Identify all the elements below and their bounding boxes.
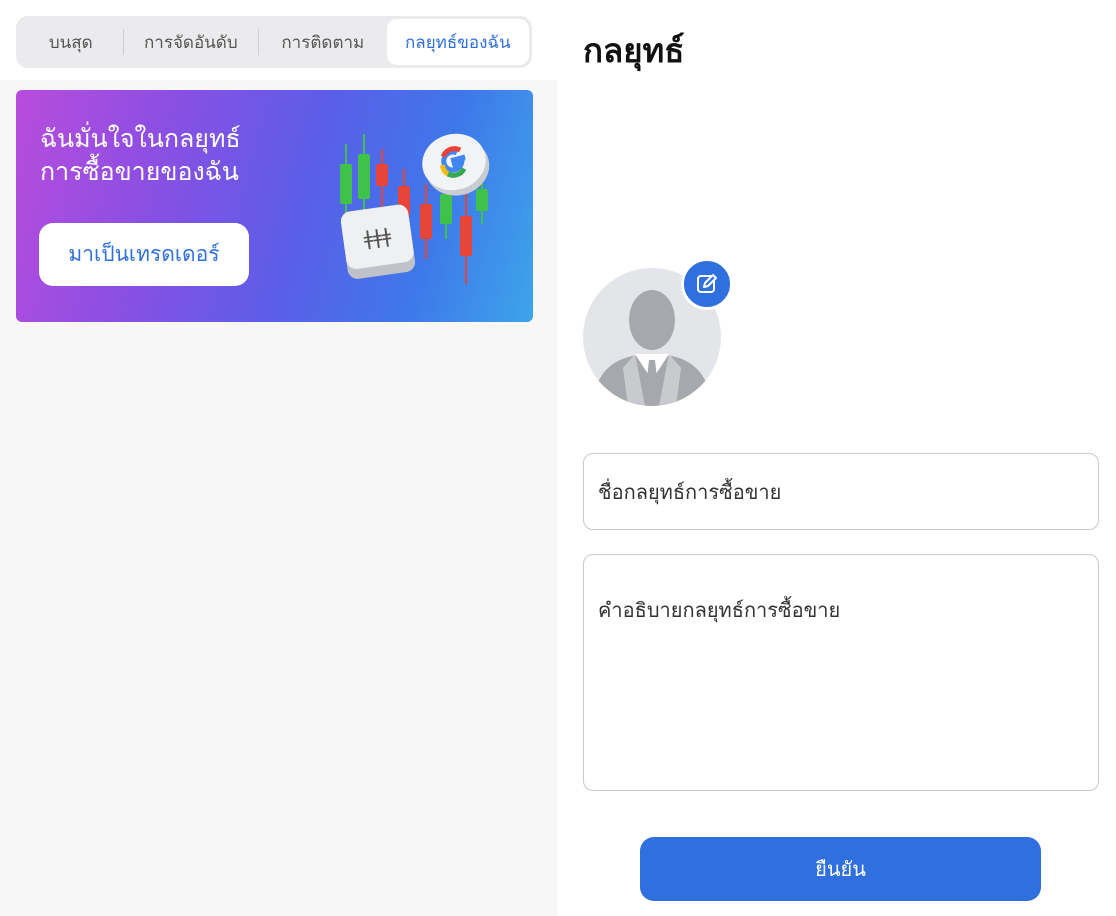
confirm-button[interactable]: ยืนยัน — [640, 837, 1041, 901]
banner-headline: ฉันมั่นใจในกลยุทธ์ การซื้อขายของฉัน — [40, 122, 300, 188]
strategy-description-input[interactable] — [583, 554, 1099, 791]
banner-headline-line1: ฉันมั่นใจในกลยุทธ์ — [40, 124, 241, 153]
segmented-tabs: บนสุด การจัดอันดับ การติดตาม กลยุทธ์ของฉ… — [16, 16, 532, 68]
tab-top[interactable]: บนสุด — [19, 19, 123, 65]
tab-ranking[interactable]: การจัดอันดับ — [124, 19, 258, 65]
tab-my-strategies[interactable]: กลยุทธ์ของฉัน — [386, 19, 529, 65]
edit-pencil-icon — [697, 274, 717, 293]
left-panel: บนสุด การจัดอันดับ การติดตาม กลยุทธ์ของฉ… — [0, 0, 557, 916]
svg-text:ǂǂǂ: ǂǂǂ — [362, 223, 393, 251]
page-title: กลยุทธ์ — [583, 31, 685, 70]
banner-headline-line2: การซื้อขายของฉัน — [40, 157, 239, 186]
strategy-form-panel: กลยุทธ์ ยืนยัน — [557, 0, 1116, 916]
become-trader-banner: ฉันมั่นใจในกลยุทธ์ การซื้อขายของฉัน มาเป… — [16, 90, 533, 322]
become-trader-button[interactable]: มาเป็นเทรดเดอร์ — [39, 223, 249, 286]
tabbar-container: บนสุด การจัดอันดับ การติดตาม กลยุทธ์ของฉ… — [0, 0, 557, 80]
tab-following[interactable]: การติดตาม — [259, 19, 387, 65]
edit-avatar-button[interactable] — [681, 258, 733, 310]
candlestick-illustration-icon: ǂǂǂ — [340, 133, 490, 284]
strategy-name-input[interactable] — [583, 453, 1099, 530]
